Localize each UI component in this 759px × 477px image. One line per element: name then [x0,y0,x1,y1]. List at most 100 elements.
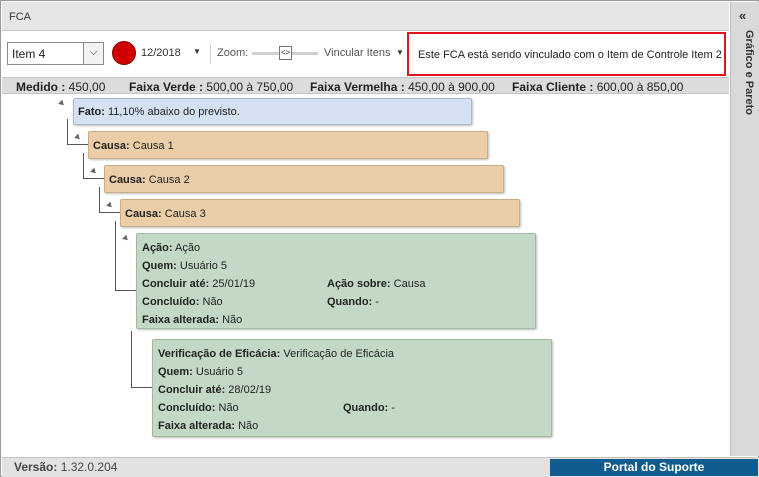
window-title: FCA [9,11,31,23]
version-value: 1.32.0.204 [60,460,118,474]
cause-text: Causa: Causa 1 [93,140,174,152]
when-value: - [391,402,395,414]
cause-text: Causa: Causa 3 [125,208,206,220]
measured-range: Medido : 450,00 [16,80,105,94]
zoom-label: Zoom: [217,47,249,59]
toolbar-divider [210,44,211,64]
connector-line [99,212,120,213]
chevron-down-icon[interactable]: ⌵ [83,43,103,64]
due-label: Concluir até: [158,384,226,396]
range-bar: Medido : 450,00 Faixa Verde : 500,00 à 7… [2,77,729,94]
cause-node[interactable]: Causa: Causa 2 [104,165,504,193]
who-label: Quem: [142,260,177,272]
action-row: Ação: Ação [142,242,200,254]
done-label: Concluído: [142,296,200,308]
version-text: Versão: 1.32.0.204 [14,460,117,474]
footer: Versão: 1.32.0.204 Portal do Suporte [2,457,759,477]
green-range: Faixa Verde : 500,00 à 750,00 [129,80,293,94]
version-label: Versão: [14,460,58,474]
red-range: Faixa Vermelha : 450,00 à 900,00 [310,80,495,94]
connector-line [67,144,88,145]
connector-line [131,387,152,388]
connector-line [67,119,68,145]
when-value: - [375,296,379,308]
item-select[interactable]: Item 4 ⌵ [7,42,104,65]
side-panel-chart-pareto[interactable]: « Gráfico e Pareto [730,2,759,456]
connector-line [131,331,132,388]
cause-text: Causa: Causa 2 [109,174,190,186]
range-changed-value: Não [238,420,259,432]
expand-chevron-icon[interactable]: « [739,8,746,23]
link-items-dropdown-icon[interactable]: ▼ [396,48,404,57]
collapse-toggle-icon[interactable] [74,133,82,142]
action-node[interactable]: Ação: Ação Quem: Usuário 5 Concluir até:… [136,233,536,329]
done-row: Concluído: Não [158,402,239,414]
measured-label: Medido : [16,80,66,94]
side-panel-label[interactable]: Gráfico e Pareto [743,30,755,115]
fca-tree: Fato: 11,10% abaixo do previsto. Causa: … [2,95,729,456]
cause-value: Causa 3 [164,208,206,220]
who-value: Usuário 5 [179,260,227,272]
client-value: 600,00 à 850,00 [596,80,684,94]
due-row: Concluir até: 25/01/19 [142,278,255,290]
cause-label: Causa: [109,174,146,186]
collapse-toggle-icon[interactable] [90,167,98,176]
fact-value: 11,10% abaixo do previsto. [107,106,240,118]
client-label: Faixa Cliente : [512,80,594,94]
cause-value: Causa 1 [132,140,174,152]
period-dropdown-icon[interactable]: ▼ [193,47,201,56]
done-value: Não [202,296,223,308]
support-portal-button[interactable]: Portal do Suporte [550,459,758,476]
due-value: 28/02/19 [228,384,272,396]
collapse-toggle-icon[interactable] [106,201,114,210]
link-notice: Este FCA está sendo vinculado com o Item… [407,32,726,76]
range-changed-value: Não [222,314,243,326]
zoom-slider-thumb[interactable]: <> [279,46,292,60]
due-value: 25/01/19 [212,278,256,290]
fca-window: FCA « Gráfico e Pareto Item 4 ⌵ 12/2018 … [0,0,759,477]
verification-label: Verificação de Eficácia: [158,348,281,360]
item-select-value: Item 4 [12,47,46,61]
fact-text: Fato: 11,10% abaixo do previsto. [78,106,240,118]
measured-value: 450,00 [68,80,106,94]
cause-node[interactable]: Causa: Causa 3 [120,199,520,227]
link-notice-text: Este FCA está sendo vinculado com o Item… [418,49,722,61]
action-on-value: Causa [393,278,426,290]
collapse-toggle-icon[interactable] [122,234,130,243]
done-row: Concluído: Não [142,296,223,308]
status-indicator [112,41,136,65]
cause-value: Causa 2 [148,174,190,186]
who-row: Quem: Usuário 5 [142,260,227,272]
verification-node[interactable]: Verificação de Eficácia: Verificação de … [152,339,552,437]
due-label: Concluir até: [142,278,210,290]
cause-label: Causa: [125,208,162,220]
verification-row: Verificação de Eficácia: Verificação de … [158,348,394,360]
connector-line [115,290,136,291]
action-value: Ação [175,242,201,254]
red-label: Faixa Vermelha : [310,80,405,94]
action-on-label: Ação sobre: [327,278,391,290]
cause-label: Causa: [93,140,130,152]
toolbar: Item 4 ⌵ 12/2018 ▼ Zoom: <> Vincular Ite… [2,32,729,76]
range-changed-label: Faixa alterada: [158,420,236,432]
fact-node[interactable]: Fato: 11,10% abaixo do previsto. [73,98,472,125]
connector-line [83,178,104,179]
cause-node[interactable]: Causa: Causa 1 [88,131,488,159]
period-value[interactable]: 12/2018 [141,47,181,59]
link-items-dropdown[interactable]: Vincular Itens [324,47,390,59]
who-label: Quem: [158,366,193,378]
range-changed-label: Faixa alterada: [142,314,220,326]
collapse-toggle-icon[interactable] [58,99,66,108]
action-label: Ação: [142,242,173,254]
title-bar: FCA [2,2,729,31]
when-label: Quando: [327,296,373,308]
fact-label: Fato: [78,106,105,118]
green-label: Faixa Verde : [129,80,204,94]
who-row: Quem: Usuário 5 [158,366,243,378]
range-changed-row: Faixa alterada: Não [158,420,258,432]
verification-value: Verificação de Eficácia [283,348,395,360]
done-label: Concluído: [158,402,216,414]
connector-line [83,153,84,179]
who-value: Usuário 5 [195,366,243,378]
when-row: Quando: - [327,296,379,308]
